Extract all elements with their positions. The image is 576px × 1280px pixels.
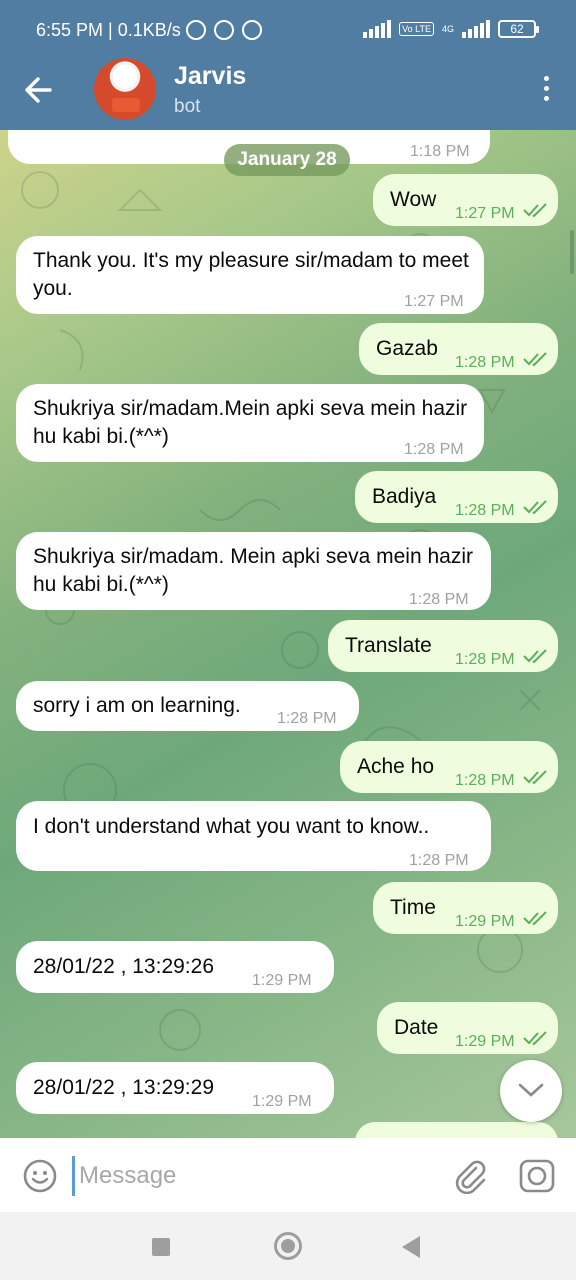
signal-icon-2 — [462, 20, 490, 38]
double-check-icon — [523, 500, 547, 514]
chat-subtitle: bot — [174, 96, 201, 117]
network-type: 4G — [441, 24, 454, 34]
outgoing-message[interactable]: Ache ho 1:28 PM — [340, 741, 558, 793]
chat-header: 6:55 PM | 0.1KB/s Vo LTE 4G 62 Jarvis bo… — [0, 0, 576, 130]
message-text: Gazab — [376, 337, 438, 360]
system-back-button[interactable] — [402, 1236, 420, 1258]
double-check-icon — [523, 203, 547, 217]
avatar[interactable] — [94, 58, 156, 120]
message-text: Wow — [390, 188, 437, 211]
message-time: 1:27 PM — [404, 293, 464, 310]
message-text: Date — [394, 1016, 439, 1039]
battery-icon: 62 — [498, 20, 539, 38]
camera-icon[interactable] — [518, 1158, 556, 1194]
sync-icon — [214, 20, 234, 40]
more-options-icon[interactable] — [540, 76, 552, 106]
message-input[interactable] — [72, 1156, 432, 1196]
chevron-down-icon — [518, 1083, 544, 1097]
double-check-icon — [523, 649, 547, 663]
emoji-icon[interactable] — [22, 1158, 58, 1194]
outgoing-message[interactable]: Time 1:29 PM — [373, 882, 558, 934]
volte-badge: Vo LTE — [399, 22, 434, 36]
message-time: 1:28 PM — [455, 354, 515, 371]
message-time: 1:29 PM — [455, 1033, 515, 1050]
message-text: sorry i am on learning. — [33, 694, 241, 717]
scroll-indicator[interactable] — [570, 230, 574, 274]
message-text: Time — [390, 896, 436, 919]
message-time: 1:28 PM — [455, 502, 515, 519]
message-text: 28/01/22 , 13:29:26 — [33, 955, 214, 978]
outgoing-message[interactable]: Translate 1:28 PM — [328, 620, 558, 672]
message-time: 1:28 PM — [455, 651, 515, 668]
alarm-icon — [186, 20, 206, 40]
message-time: 1:29 PM — [252, 972, 312, 989]
incoming-message[interactable]: Shukriya sir/madam. Mein apki seva mein … — [16, 532, 491, 610]
message-time: 1:28 PM — [455, 772, 515, 789]
message-time: 1:28 PM — [409, 852, 469, 869]
scroll-down-button[interactable] — [500, 1060, 562, 1122]
status-bar: 6:55 PM | 0.1KB/s Vo LTE 4G 62 — [0, 0, 576, 62]
home-button[interactable] — [274, 1232, 302, 1260]
status-time-speed: 6:55 PM | 0.1KB/s — [36, 20, 181, 40]
system-navigation-bar — [0, 1212, 576, 1280]
double-check-icon — [523, 911, 547, 925]
incoming-message[interactable]: Shukriya sir/madam.Mein apki seva mein h… — [16, 384, 484, 462]
message-time: 1:29 PM — [252, 1093, 312, 1110]
message-text: Translate — [345, 634, 432, 657]
outgoing-message[interactable]: Gazab 1:28 PM — [359, 323, 558, 375]
date-chip: January 28 — [224, 144, 350, 176]
incoming-message[interactable]: Thank you. It's my pleasure sir/madam to… — [16, 236, 484, 314]
incoming-message[interactable]: 28/01/22 , 13:29:29 1:29 PM — [16, 1062, 334, 1114]
recent-apps-button[interactable] — [152, 1238, 170, 1256]
message-text: I don't understand what you want to know… — [33, 815, 430, 838]
message-text: 28/01/22 , 13:29:29 — [33, 1076, 214, 1099]
incoming-message[interactable]: sorry i am on learning. 1:28 PM — [16, 681, 359, 731]
message-time: 1:29 PM — [455, 913, 515, 930]
message-time: 1:28 PM — [409, 591, 469, 608]
status-right-icons: Vo LTE 4G 62 — [363, 20, 539, 38]
back-arrow-icon[interactable] — [20, 72, 60, 108]
message-text: Badiya — [372, 485, 437, 508]
message-time: 1:27 PM — [455, 205, 515, 222]
chat-title[interactable]: Jarvis — [174, 62, 246, 91]
message-time: 1:28 PM — [404, 441, 464, 458]
outgoing-message[interactable]: Badiya 1:28 PM — [355, 471, 558, 523]
app-notification-icon — [242, 20, 262, 40]
outgoing-message[interactable]: Wow 1:27 PM — [373, 174, 558, 226]
incoming-message[interactable]: 28/01/22 , 13:29:26 1:29 PM — [16, 941, 334, 993]
incoming-message[interactable]: I don't understand what you want to know… — [16, 801, 491, 871]
signal-icon — [363, 20, 392, 38]
status-notification-icons — [186, 20, 262, 40]
attach-icon[interactable] — [452, 1158, 488, 1195]
message-list[interactable]: 1:18 PM January 28 Wow 1:27 PM Thank you… — [0, 130, 576, 1138]
message-composer — [0, 1138, 576, 1212]
outgoing-message-partial[interactable] — [355, 1122, 558, 1138]
double-check-icon — [523, 352, 547, 366]
double-check-icon — [523, 1031, 547, 1045]
message-time: 1:28 PM — [277, 710, 337, 727]
double-check-icon — [523, 770, 547, 784]
message-time: 1:18 PM — [410, 143, 470, 160]
message-text: Ache ho — [357, 755, 435, 778]
outgoing-message[interactable]: Date 1:29 PM — [377, 1002, 558, 1054]
